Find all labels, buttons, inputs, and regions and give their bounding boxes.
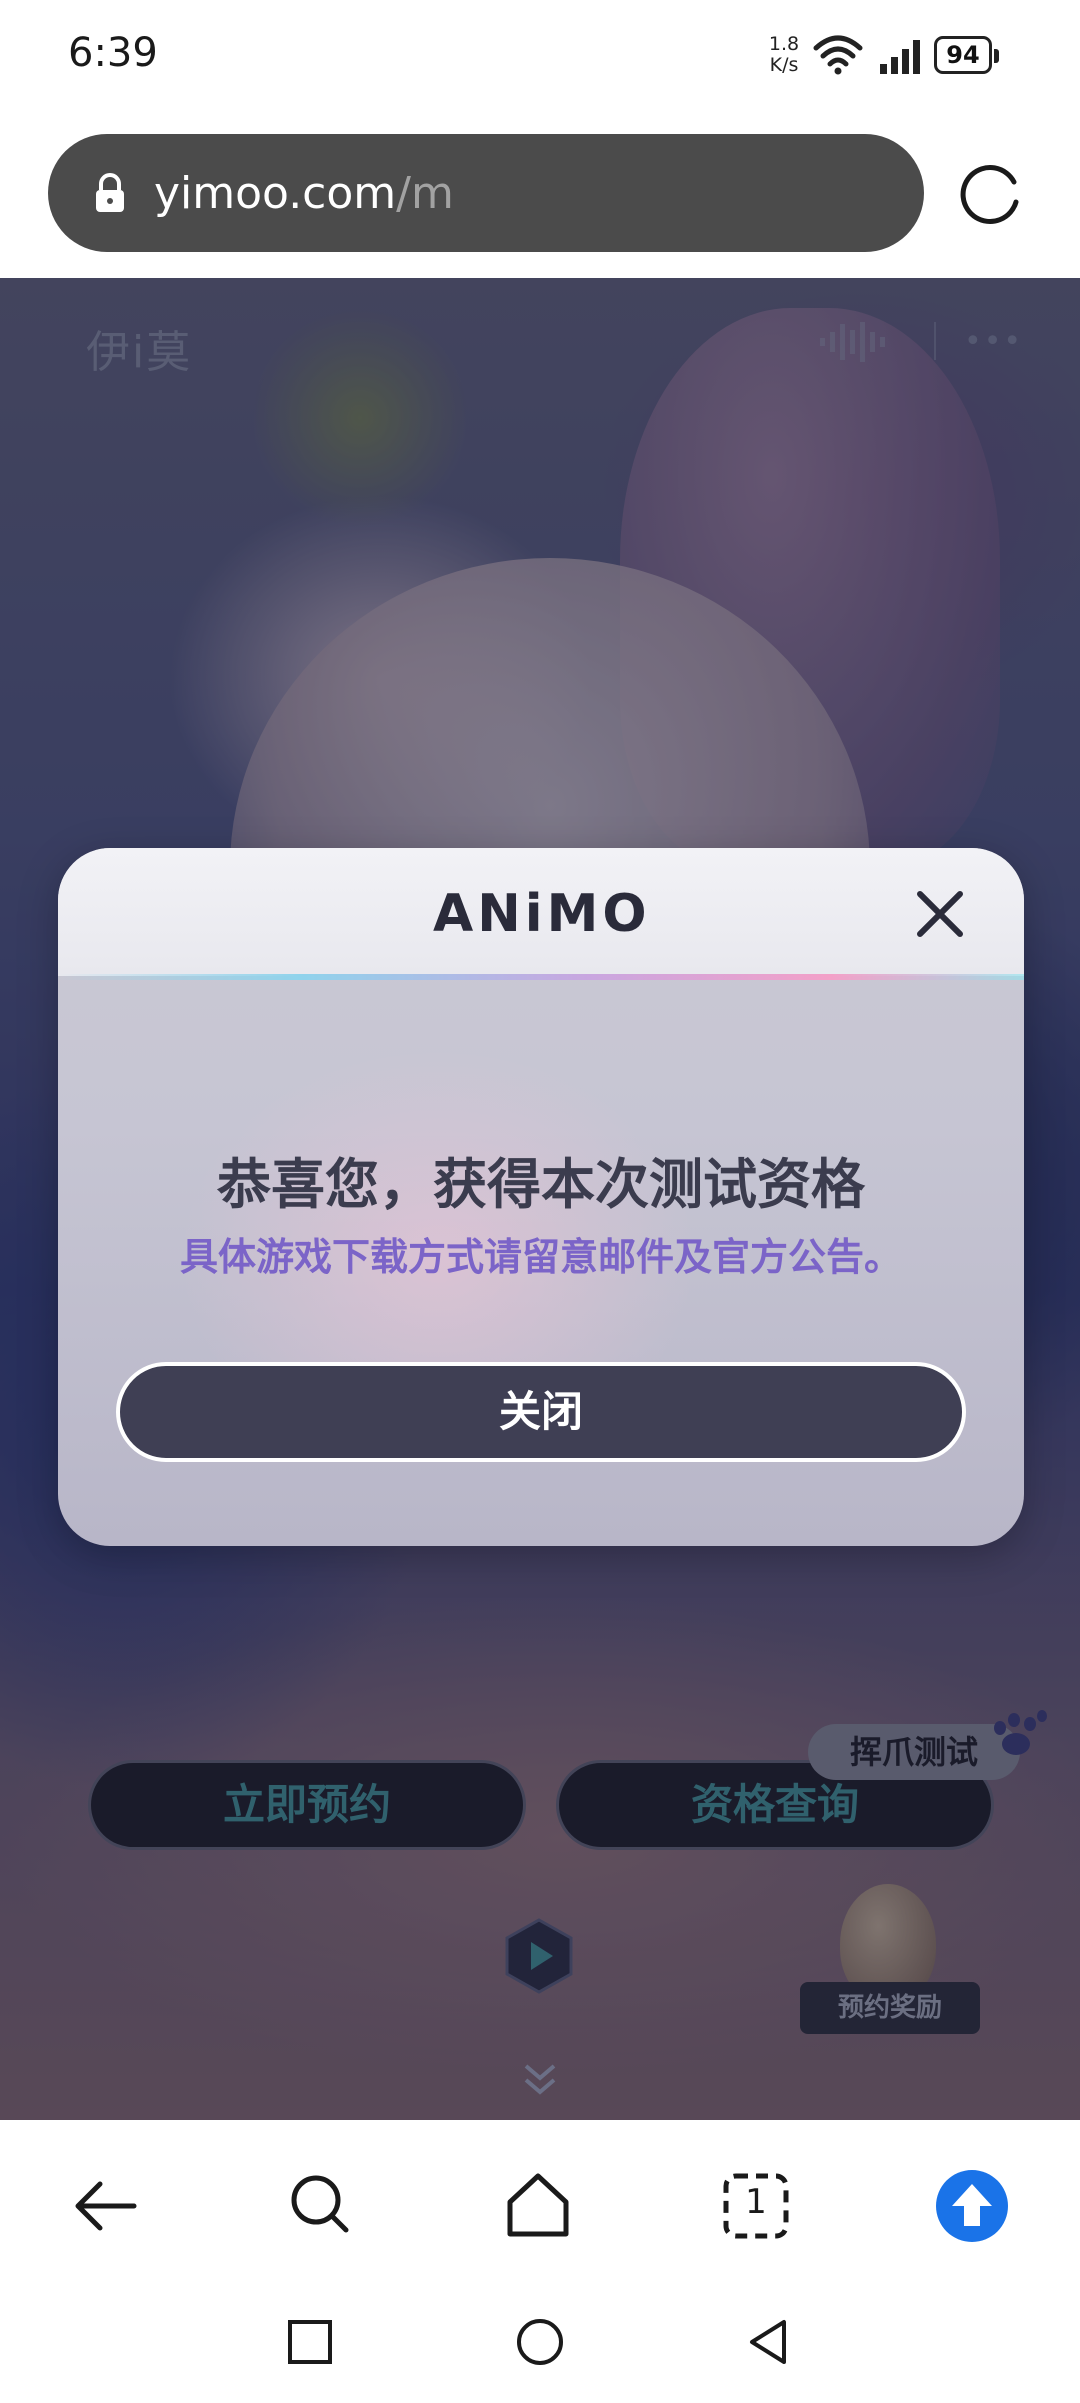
tabs-count: 1	[745, 2182, 767, 2222]
upload-icon	[952, 2184, 992, 2226]
back-triangle-icon[interactable]	[740, 2314, 796, 2370]
network-speed-unit: K/s	[769, 54, 799, 76]
status-time: 6:39	[68, 30, 158, 76]
webpage-content: 伊i莫 ••• 立即预约 资格查询 挥爪测试 预约奖励 ANiMO 恭喜您，获得…	[0, 278, 1080, 2120]
tabs-button[interactable]: 1	[716, 2166, 796, 2246]
modal-header: ANiMO	[58, 848, 1024, 976]
wifi-icon	[813, 35, 863, 75]
modal-close-button[interactable]: 关闭	[116, 1362, 966, 1462]
status-bar: 6:39 1.8 K/s 94	[0, 0, 1080, 112]
network-speed-value: 1.8	[768, 33, 800, 55]
url-host: yimoo.com	[154, 168, 397, 219]
url-field[interactable]: yimoo.com/m	[48, 134, 924, 252]
upload-button[interactable]	[932, 2166, 1012, 2246]
url-path: /m	[396, 168, 454, 219]
animo-logo: ANiMO	[433, 884, 651, 944]
modal-title: 恭喜您，获得本次测试资格	[217, 1153, 865, 1216]
back-arrow-icon[interactable]	[66, 2166, 146, 2246]
browser-address-bar: yimoo.com/m	[0, 112, 1080, 278]
search-icon[interactable]	[282, 2166, 362, 2246]
home-circle-icon[interactable]	[512, 2314, 568, 2370]
system-navigation-bar	[0, 2290, 1080, 2403]
network-speed: 1.8 K/s	[764, 34, 804, 76]
home-icon[interactable]	[498, 2166, 578, 2246]
modal-subtitle: 具体游戏下载方式请留意邮件及官方公告。	[179, 1235, 902, 1279]
close-icon[interactable]	[910, 884, 970, 944]
browser-toolbar: 1	[0, 2120, 1080, 2290]
qualification-modal: ANiMO 恭喜您，获得本次测试资格 具体游戏下载方式请留意邮件及官方公告。 关…	[58, 848, 1024, 1546]
battery-indicator: 94	[934, 36, 999, 74]
reload-icon[interactable]	[954, 158, 1026, 230]
url-text[interactable]: yimoo.com/m	[154, 168, 454, 219]
signal-icon	[880, 40, 920, 74]
modal-rainbow-divider	[58, 974, 1024, 980]
lock-icon[interactable]	[92, 172, 128, 214]
recents-icon[interactable]	[282, 2314, 338, 2370]
